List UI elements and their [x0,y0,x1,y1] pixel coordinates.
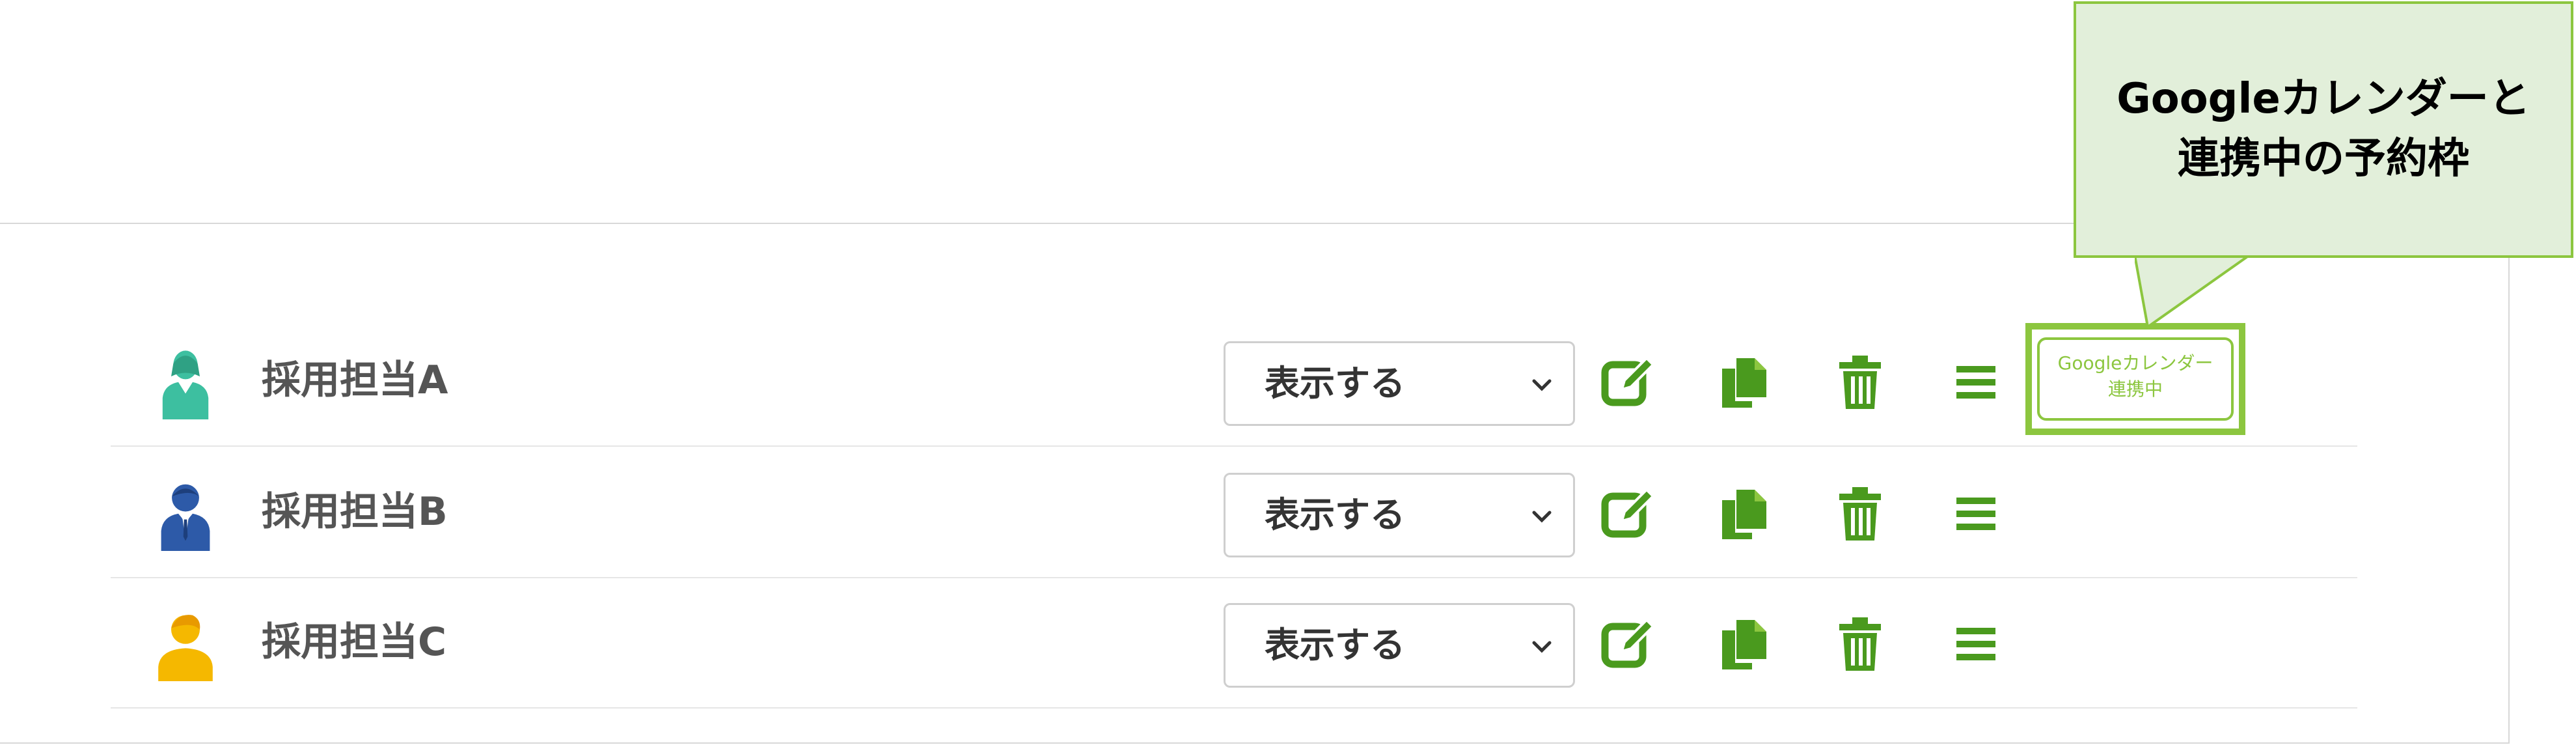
visibility-select[interactable]: 表示する [1224,603,1575,688]
chevron-down-icon [1529,503,1555,529]
delete-button[interactable] [1830,483,1890,543]
callout-line1: Googleカレンダーと [2117,75,2530,123]
trash-icon [1839,487,1881,541]
gcal-badge-line2: 連携中 [2107,378,2163,400]
edit-icon [1601,356,1655,406]
copy-icon [1722,620,1766,669]
edit-icon [1601,618,1655,668]
gcal-linked-badge[interactable]: Googleカレンダー 連携中 [2037,337,2234,421]
menu-icon [1956,366,1995,399]
chevron-down-icon [1529,634,1555,660]
visibility-select-value: 表示する [1265,363,1405,404]
gcal-badge-line1: Googleカレンダー [2057,352,2213,374]
trash-icon [1839,617,1881,671]
staff-row-c: 採用担当C 表示する [111,577,2357,709]
copy-button[interactable] [1714,613,1774,673]
staff-row-b: 採用担当B 表示する [111,447,2357,578]
visibility-select[interactable]: 表示する [1224,473,1575,557]
menu-icon [1956,628,1995,660]
copy-icon [1722,490,1766,539]
delete-button[interactable] [1830,613,1890,673]
edit-button[interactable] [1598,352,1658,412]
visibility-select-value: 表示する [1265,625,1405,666]
staff-name: 採用担当B [262,489,448,535]
edit-button[interactable] [1598,613,1658,673]
staff-name: 採用担当A [262,358,448,403]
copy-button[interactable] [1714,352,1774,412]
visibility-select[interactable]: 表示する [1224,341,1575,426]
staff-name: 採用担当C [262,619,447,665]
reorder-button[interactable] [1946,613,2006,673]
copy-button[interactable] [1714,483,1774,543]
chevron-down-icon [1529,372,1555,398]
staff-row-a: 採用担当A 表示する [111,315,2357,447]
avatar-icon [150,348,221,419]
copy-icon [1722,358,1766,408]
edit-button[interactable] [1598,483,1658,543]
trash-icon [1839,356,1881,409]
callout-line2: 連携中の予約枠 [2178,135,2469,183]
callout-pointer [2135,255,2251,327]
reorder-button[interactable] [1946,483,2006,543]
delete-button[interactable] [1830,352,1890,412]
avatar-icon [150,479,221,551]
avatar-icon [150,610,221,681]
menu-icon [1956,498,1995,530]
annotation-callout: Googleカレンダーと 連携中の予約枠 [2074,1,2573,258]
reorder-button[interactable] [1946,352,2006,412]
visibility-select-value: 表示する [1265,494,1405,535]
edit-icon [1601,488,1655,538]
